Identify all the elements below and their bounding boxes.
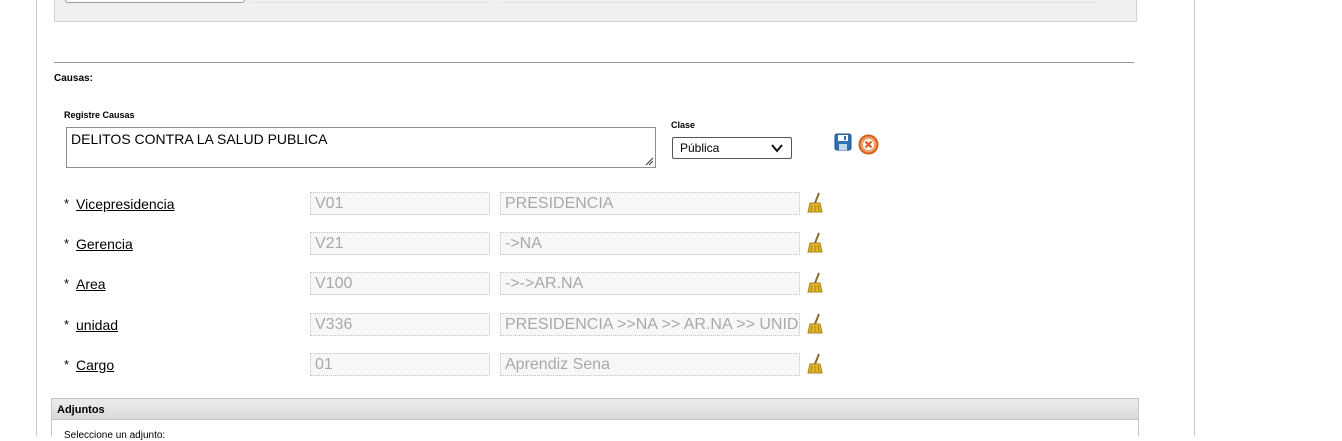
- gerencia-code-field[interactable]: V21: [310, 232, 490, 255]
- unidad-link[interactable]: unidad: [76, 317, 118, 333]
- clase-select-value: Pública: [680, 141, 720, 155]
- unidad-code-field[interactable]: V336: [310, 313, 490, 336]
- content-border-right: [1194, 0, 1195, 436]
- required-marker: *: [64, 276, 70, 291]
- field-row-cargo: * Cargo 01 Aprendiz Sena: [0, 353, 900, 377]
- area-link[interactable]: Area: [76, 276, 106, 292]
- unidad-description-field[interactable]: PRESIDENCIA >>NA >> AR.NA >> UNIDAD: [500, 313, 800, 336]
- vicepresidencia-code-field[interactable]: V01: [310, 192, 490, 215]
- required-marker: *: [64, 317, 70, 332]
- gerencia-description-field[interactable]: ->NA: [500, 232, 800, 255]
- vicepresidencia-description-field[interactable]: PRESIDENCIA: [500, 192, 800, 215]
- section-divider: [54, 62, 1134, 63]
- cargo-description-field[interactable]: Aprendiz Sena: [500, 353, 800, 376]
- causas-textarea-value: DELITOS CONTRA LA SALUD PUBLICA: [71, 131, 328, 147]
- required-marker: *: [64, 357, 70, 372]
- area-description-field[interactable]: ->->AR.NA: [500, 272, 800, 295]
- broom-icon[interactable]: [806, 313, 824, 335]
- adjuntos-section-body: Seleccione un adjunto:: [51, 420, 1139, 441]
- field-row-unidad: * unidad V336 PRESIDENCIA >>NA >> AR.NA …: [0, 313, 900, 337]
- gerencia-link[interactable]: Gerencia: [76, 236, 133, 252]
- adjuntos-section-header: Adjuntos: [51, 398, 1139, 420]
- clase-label: Clase: [671, 120, 696, 130]
- broom-icon[interactable]: [806, 272, 824, 294]
- area-code-field[interactable]: V100: [310, 272, 490, 295]
- chevron-down-icon: [771, 144, 783, 153]
- cancel-icon[interactable]: [858, 134, 879, 155]
- field-row-area: * Area V100 ->->AR.NA: [0, 272, 900, 296]
- resize-grip-icon[interactable]: [644, 156, 654, 166]
- causas-section-title: Causas:: [54, 73, 93, 84]
- broom-icon[interactable]: [806, 353, 824, 375]
- registre-causas-label: Registre Causas: [64, 110, 135, 120]
- previous-section-field-wide[interactable]: [500, 0, 1098, 3]
- required-marker: *: [64, 196, 70, 211]
- cargo-link[interactable]: Cargo: [76, 357, 114, 373]
- broom-icon[interactable]: [806, 192, 824, 214]
- broom-icon[interactable]: [806, 232, 824, 254]
- required-marker: *: [64, 236, 70, 251]
- adjuntos-title: Adjuntos: [57, 404, 105, 416]
- vicepresidencia-link[interactable]: Vicepresidencia: [76, 196, 175, 212]
- previous-section-field[interactable]: [251, 0, 489, 3]
- field-row-gerencia: * Gerencia V21 ->NA: [0, 232, 900, 256]
- field-row-vicepresidencia: * Vicepresidencia V01 PRESIDENCIA: [0, 192, 900, 216]
- cargo-code-field[interactable]: 01: [310, 353, 490, 376]
- clase-select[interactable]: Pública: [672, 137, 792, 159]
- save-icon[interactable]: [834, 133, 852, 151]
- causas-textarea[interactable]: DELITOS CONTRA LA SALUD PUBLICA: [66, 127, 656, 168]
- previous-section-button[interactable]: [65, 0, 245, 3]
- previous-section-panel: [54, 0, 1137, 22]
